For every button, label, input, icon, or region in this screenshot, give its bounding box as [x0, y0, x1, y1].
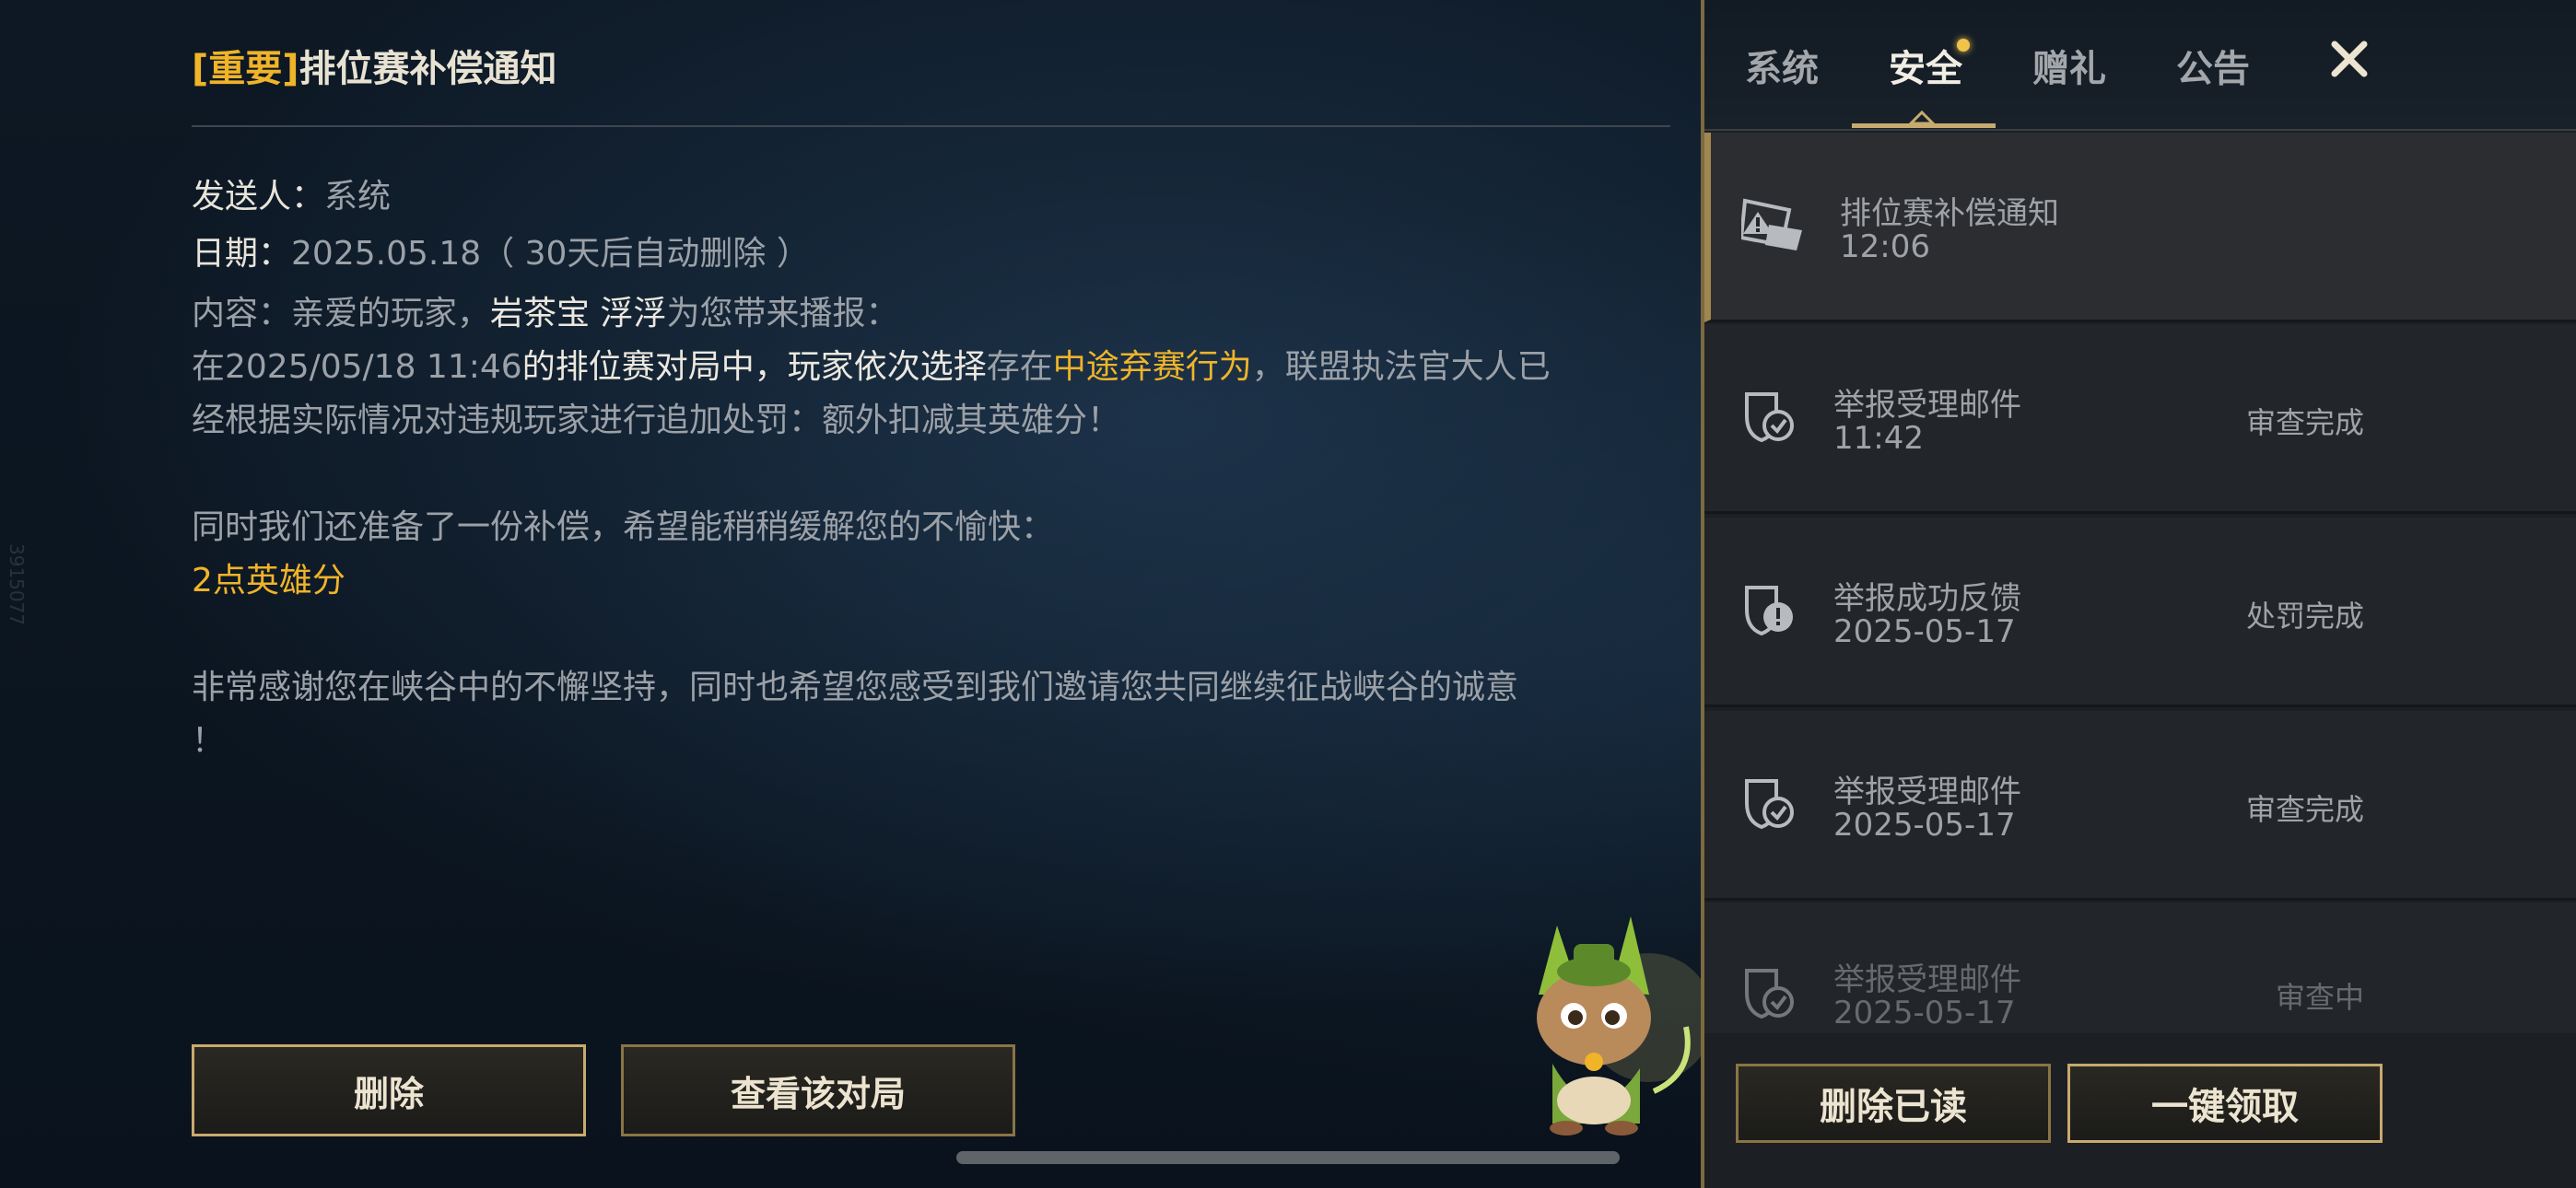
- tab-announcement[interactable]: 公告: [2176, 39, 2250, 92]
- body-line-7: ！: [192, 722, 226, 760]
- mail-list-item[interactable]: 举报成功反馈 2025-05-17 处罚完成: [1704, 518, 2576, 707]
- close-icon[interactable]: [2322, 31, 2377, 87]
- line2-part4: 存在: [986, 348, 1053, 386]
- claim-all-button[interactable]: 一键领取: [2067, 1064, 2383, 1143]
- delete-button[interactable]: 删除: [192, 1044, 586, 1136]
- mail-title-text: 排位赛补偿通知: [299, 48, 557, 90]
- body-line-3: 经根据实际情况对违规玩家进行追加处罚：额外扣减其英雄分！: [192, 402, 1121, 439]
- mail-body: 内容：亲爱的玩家，岩茶宝 浮浮为您带来播报： 在2025/05/18 11:46…: [192, 287, 1574, 768]
- mail-list: 排位赛补偿通知 12:06 举报受理邮件 11:42 审查完成 举报成功反馈 2…: [1704, 131, 2576, 1033]
- mail-item-time: 2025-05-17: [1833, 613, 2016, 650]
- shield-alert-icon: [1745, 586, 1793, 636]
- warning-mail-icon: [1741, 198, 1802, 250]
- home-indicator[interactable]: [956, 1151, 1620, 1164]
- shield-check-icon: [1745, 392, 1794, 443]
- mail-item-status: 审查完成: [2245, 405, 2364, 440]
- mail-item-title: 举报受理邮件: [1833, 961, 2021, 998]
- date-label: 日期：: [192, 235, 292, 273]
- title-divider: [192, 125, 1670, 127]
- active-tab-indicator: [1852, 123, 1996, 128]
- screen: 3915077 [重要]排位赛补偿通知 发送人：系统 日期：2025.05.18…: [0, 0, 2576, 1188]
- line2-part1: 在2025/05/18 11:46: [192, 348, 522, 386]
- unread-dot-icon: [1957, 39, 1970, 52]
- mail-list-item[interactable]: 举报受理邮件 11:42 审查完成: [1704, 324, 2576, 514]
- date-value: 2025.05.18（ 30天后自动删除 ）: [291, 235, 810, 273]
- body-line-2: 在2025/05/18 11:46的排位赛对局中，玩家依次选择存在中途弃赛行为，…: [192, 341, 1574, 394]
- mail-item-status: 审查中: [2275, 980, 2364, 1015]
- mail-list-item-selected[interactable]: 排位赛补偿通知 12:06: [1704, 133, 2576, 322]
- body-line-4: 同时我们还准备了一份补偿，希望能稍稍缓解您的不愉快：: [192, 508, 1055, 546]
- shield-check-icon: [1745, 779, 1794, 830]
- mail-detail: [重要]排位赛补偿通知 发送人：系统 日期：2025.05.18（ 30天后自动…: [192, 0, 1675, 1188]
- tab-gift[interactable]: 赠礼: [2032, 39, 2106, 92]
- mail-item-time: 12:06: [1840, 228, 1930, 265]
- mail-item-status: 审查完成: [2245, 792, 2364, 827]
- offender-name: 依次选择: [853, 348, 987, 386]
- content-prefix: 内容：亲爱的玩家，: [192, 295, 491, 332]
- mail-list-panel: 系统 安全 赠礼 公告 排位赛补偿通知 12:06 举报受理邮件 11:42 审…: [1701, 0, 2576, 1188]
- important-tag: [重要]: [192, 48, 299, 90]
- sender-line: 发送人：系统: [192, 169, 391, 217]
- sender-label: 发送人：: [192, 178, 325, 215]
- line2-part2: 的排位赛对局中，玩家: [521, 348, 854, 386]
- content-suffix: 为您带来播报：: [666, 295, 899, 332]
- player-name: 岩茶宝 浮浮: [490, 295, 667, 332]
- mail-list-item[interactable]: 举报受理邮件 2025-05-17 审查完成: [1704, 711, 2576, 901]
- mail-item-title: 排位赛补偿通知: [1840, 195, 2059, 232]
- mail-title: [重要]排位赛补偿通知: [192, 39, 557, 92]
- caret-up-icon: [1909, 111, 1935, 123]
- mail-item-time: 2025-05-17: [1833, 807, 2016, 844]
- reward-text: 2点英雄分: [192, 562, 345, 600]
- mail-item-title: 举报受理邮件: [1833, 774, 2021, 810]
- mail-item-title: 举报成功反馈: [1833, 580, 2021, 617]
- mail-item-status: 处罚完成: [2245, 599, 2364, 634]
- mascot-character-image: [1537, 916, 1714, 1136]
- mail-item-time: 2025-05-17: [1833, 995, 2016, 1031]
- tab-security[interactable]: 安全: [1889, 39, 1962, 92]
- body-line-1: 内容：亲爱的玩家，岩茶宝 浮浮为您带来播报：: [192, 287, 1574, 341]
- view-match-button[interactable]: 查看该对局: [621, 1044, 1015, 1136]
- violation-text: 中途弃赛行为: [1052, 348, 1252, 386]
- line2-part6: ，联盟执法官大人已: [1251, 348, 1551, 386]
- delete-read-button[interactable]: 删除已读: [1736, 1064, 2051, 1143]
- mail-item-time: 11:42: [1833, 420, 1924, 457]
- date-line: 日期：2025.05.18（ 30天后自动删除 ）: [192, 227, 810, 274]
- mail-list-item[interactable]: 举报受理邮件 2025-05-17 审查中: [1704, 903, 2576, 1033]
- tab-system[interactable]: 系统: [1745, 39, 1819, 92]
- watermark: 3915077: [6, 543, 28, 626]
- mail-item-title: 举报受理邮件: [1833, 387, 2021, 424]
- shield-check-icon: [1745, 969, 1794, 1019]
- body-line-6: 非常感谢您在峡谷中的不懈坚持，同时也希望您感受到我们邀请您共同继续征战峡谷的诚意: [192, 669, 1519, 706]
- sender-value: 系统: [324, 178, 392, 215]
- tab-bar: 系统 安全 赠礼 公告: [1704, 0, 2576, 131]
